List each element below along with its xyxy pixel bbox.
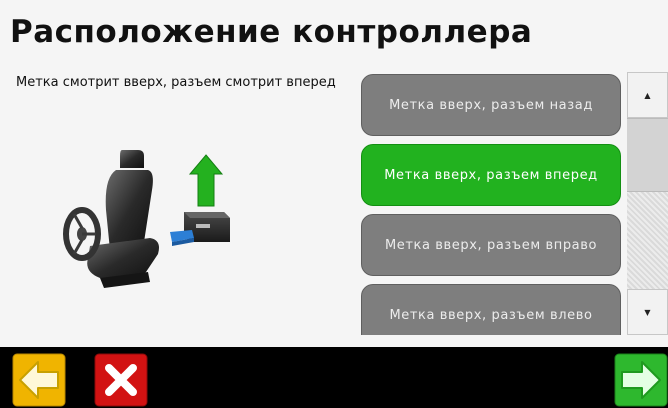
steering-wheel-icon <box>63 207 101 261</box>
controller-box-icon <box>170 212 230 246</box>
option-up-forward[interactable]: Метка вверх, разъем вперед <box>361 144 621 206</box>
page-title: Расположение контроллера <box>10 14 533 50</box>
next-button[interactable] <box>614 353 668 407</box>
cancel-button[interactable] <box>94 353 148 407</box>
option-up-back[interactable]: Метка вверх, разъем назад <box>361 74 621 136</box>
orientation-description: Метка смотрит вверх, разъем смотрит впер… <box>16 75 336 90</box>
arrow-up-icon <box>188 154 224 207</box>
scroll-up-button[interactable]: ▲ <box>627 72 668 118</box>
triangle-down-icon: ▼ <box>644 307 651 317</box>
car-seat-icon <box>87 150 159 288</box>
scrollbar-thumb[interactable] <box>627 118 668 192</box>
scrollbar-track[interactable] <box>627 192 668 289</box>
orientation-options-list[interactable]: Метка вверх, разъем назад Метка вверх, р… <box>361 72 627 335</box>
option-up-left[interactable]: Метка вверх, разъем влево <box>361 284 621 335</box>
seat-controller-illustration <box>63 150 230 288</box>
scrollbar[interactable]: ▲ ▼ <box>627 72 668 335</box>
option-up-right[interactable]: Метка вверх, разъем вправо <box>361 214 621 276</box>
triangle-up-icon: ▲ <box>644 90 651 100</box>
back-button[interactable] <box>12 353 66 407</box>
scroll-down-button[interactable]: ▼ <box>627 289 668 335</box>
